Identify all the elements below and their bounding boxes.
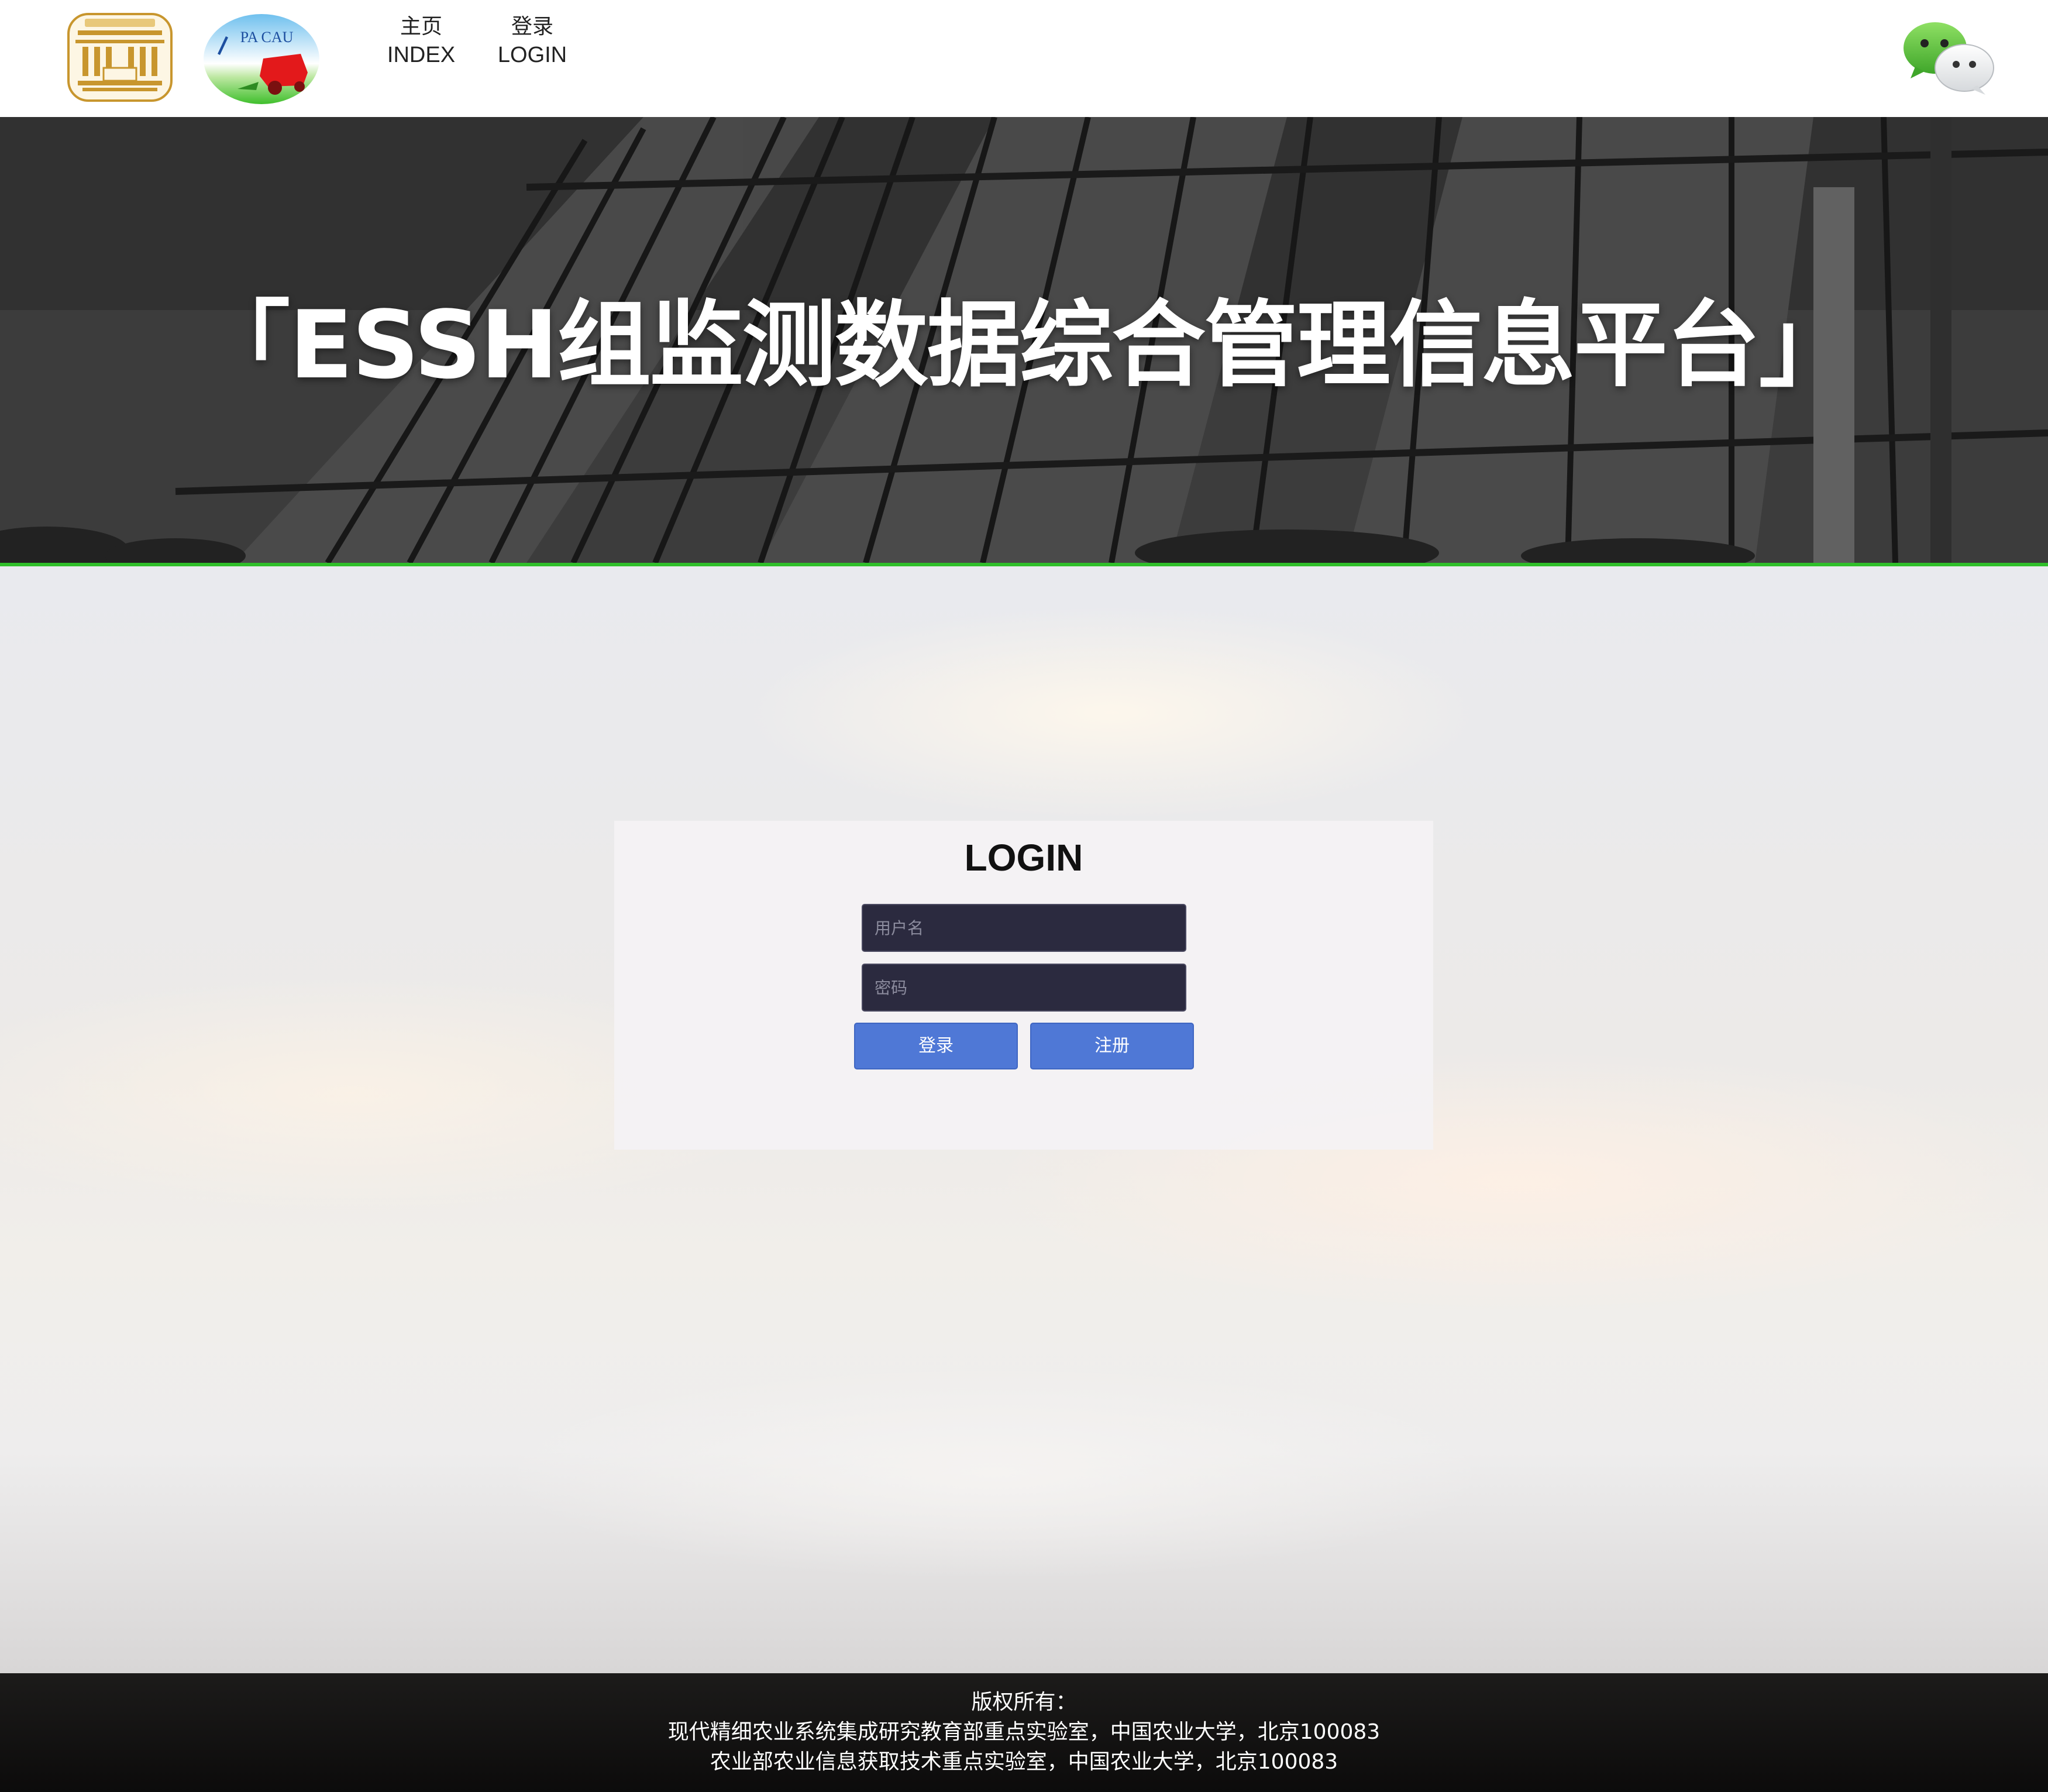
pa-cau-logo[interactable]: PA CAU xyxy=(202,13,321,105)
nav-login[interactable]: 登录 LOGIN xyxy=(494,13,570,69)
login-panel: LOGIN 登录 注册 xyxy=(614,821,1433,1150)
username-input[interactable] xyxy=(862,904,1186,952)
login-title: LOGIN xyxy=(964,837,1083,879)
nav-login-en: LOGIN xyxy=(497,43,567,67)
nav-index[interactable]: 主页 INDEX xyxy=(383,13,459,69)
hero-title: 「ESSH组监测数据综合管理信息平台」 xyxy=(197,290,1853,400)
footer-lab-2: 农业部农业信息获取技术重点实验室，中国农业大学，北京100083 xyxy=(710,1750,1338,1774)
nav-index-en: INDEX xyxy=(387,43,456,67)
wechat-icon[interactable] xyxy=(1902,20,1996,96)
footer: 版权所有： 现代精细农业系统集成研究教育部重点实验室，中国农业大学，北京1000… xyxy=(0,1673,2048,1792)
hero-banner: 「ESSH组监测数据综合管理信息平台」 xyxy=(0,117,2048,563)
footer-copyright: 版权所有： xyxy=(971,1690,1077,1714)
nav-index-cn: 主页 xyxy=(400,15,442,39)
nav-login-cn: 登录 xyxy=(511,15,553,39)
register-button[interactable]: 注册 xyxy=(1030,1023,1194,1069)
top-header: PA CAU 主页 INDEX 登录 LOGIN xyxy=(0,0,2048,117)
footer-lab-1: 现代精细农业系统集成研究教育部重点实验室，中国农业大学，北京100083 xyxy=(667,1720,1381,1744)
login-button[interactable]: 登录 xyxy=(854,1023,1018,1069)
password-input[interactable] xyxy=(862,964,1186,1012)
pa-cau-text: PA CAU xyxy=(240,29,294,46)
cau-logo[interactable] xyxy=(67,13,173,102)
